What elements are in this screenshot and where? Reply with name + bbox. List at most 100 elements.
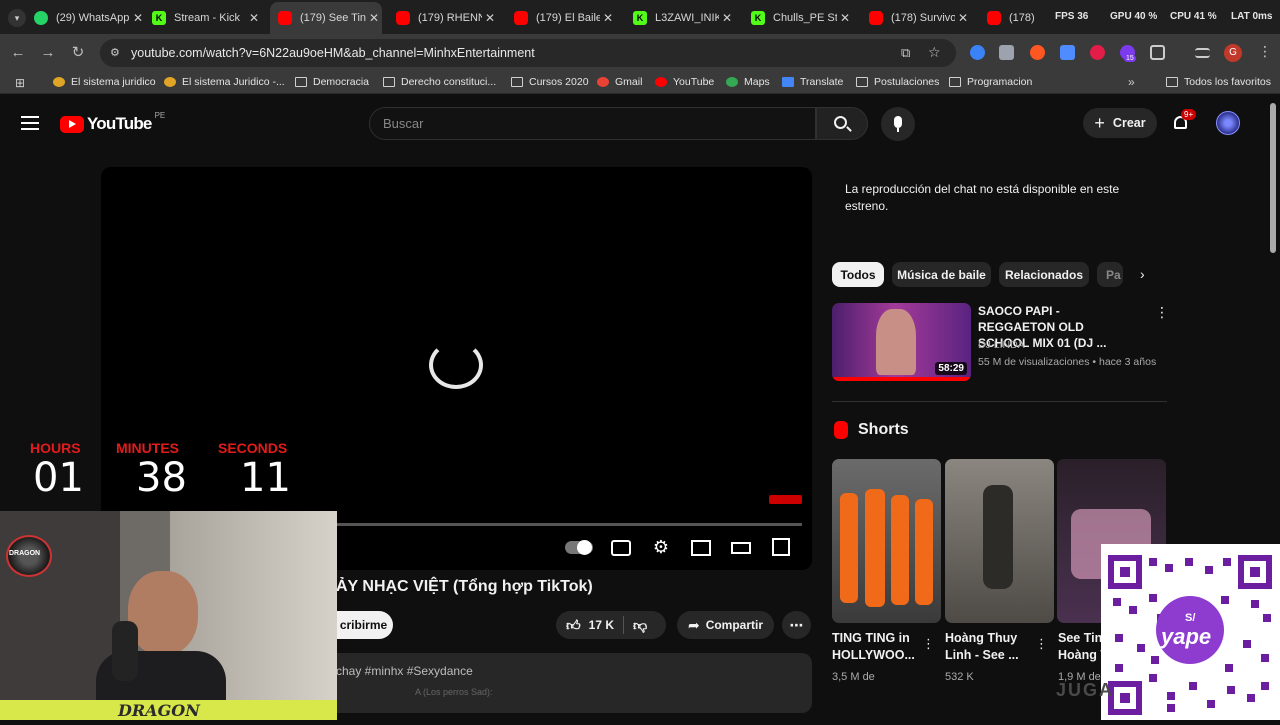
- close-tab-icon[interactable]: ✕: [130, 11, 146, 25]
- extension-icon[interactable]: [970, 45, 985, 60]
- chip-musica-de-baile[interactable]: Música de baile: [892, 262, 991, 287]
- youtube-icon: [987, 11, 1001, 25]
- tab-search-button[interactable]: ▾: [8, 9, 26, 27]
- folder-icon: [949, 77, 961, 87]
- close-tab-icon[interactable]: ✕: [246, 11, 262, 25]
- chip-relacionados[interactable]: Relacionados: [999, 262, 1089, 287]
- bookmark-folder[interactable]: Postulaciones: [856, 76, 939, 88]
- timer-hours-label: HOURS: [30, 440, 81, 456]
- browser-tab[interactable]: (179) RHENN ✕: [396, 4, 498, 32]
- youtube-icon: [655, 77, 667, 87]
- fullscreen-icon[interactable]: [772, 538, 790, 556]
- account-avatar[interactable]: [1216, 111, 1240, 135]
- miniplayer-icon[interactable]: [691, 540, 711, 556]
- share-button[interactable]: ➦ Compartir: [677, 611, 774, 639]
- youtube-play-icon: [60, 115, 84, 133]
- bookmark-item[interactable]: Gmail: [597, 76, 642, 88]
- loading-spinner: [429, 341, 483, 389]
- bookmark-item[interactable]: El sistema juridico: [53, 76, 156, 88]
- youtube-logo[interactable]: YouTube PE: [60, 111, 165, 134]
- chip-partial[interactable]: Pa: [1097, 262, 1123, 287]
- more-actions-button[interactable]: ⋯: [782, 611, 811, 639]
- video-player[interactable]: [101, 167, 812, 570]
- all-bookmarks-folder[interactable]: Todos los favoritos: [1166, 76, 1271, 88]
- more-bookmarks-icon[interactable]: »: [1128, 75, 1135, 89]
- short-thumbnail[interactable]: [945, 459, 1054, 623]
- short-title[interactable]: TING TING in HOLLYWOO...: [832, 630, 927, 664]
- puzzle-extensions-icon[interactable]: [1150, 45, 1165, 60]
- bookmark-item[interactable]: YouTube: [655, 76, 714, 88]
- extension-icon[interactable]: [1060, 45, 1075, 60]
- browser-tab[interactable]: K Stream - Kick ✕: [152, 4, 262, 32]
- chips-next-icon[interactable]: ›: [1140, 266, 1145, 282]
- install-app-icon[interactable]: ⧉: [901, 45, 910, 61]
- browser-tab-active[interactable]: (179) See Tinh ✕: [270, 2, 382, 34]
- close-tab-icon[interactable]: ✕: [600, 11, 616, 25]
- bookmark-item[interactable]: Translate: [782, 76, 843, 88]
- create-button[interactable]: + Crear: [1083, 108, 1157, 138]
- bookmark-folder[interactable]: Programacion: [949, 76, 1032, 88]
- browser-tab[interactable]: (179) El Baile ✕: [514, 4, 616, 32]
- voice-search-button[interactable]: [881, 107, 915, 141]
- forward-arrow-icon[interactable]: →: [38, 43, 58, 63]
- reload-icon[interactable]: ↻: [68, 43, 88, 63]
- profile-avatar[interactable]: G: [1224, 44, 1242, 62]
- notifications-button[interactable]: 9+: [1172, 109, 1197, 132]
- browser-tab-bar: ▾ (29) WhatsApp ✕ K Stream - Kick ✕ (179…: [0, 0, 1280, 34]
- back-arrow-icon[interactable]: ←: [8, 43, 28, 63]
- close-tab-icon[interactable]: ✕: [837, 11, 853, 25]
- like-button[interactable]: 👍︎ 17 K: [556, 617, 614, 634]
- bookmark-item[interactable]: Maps: [726, 76, 770, 88]
- bookmark-star-icon[interactable]: ☆: [928, 44, 941, 61]
- progress-bar[interactable]: [337, 523, 802, 526]
- search-button[interactable]: [816, 107, 868, 140]
- chip-todos[interactable]: Todos: [832, 262, 884, 287]
- close-tab-icon[interactable]: ✕: [719, 11, 735, 25]
- extension-icon[interactable]: [1030, 45, 1045, 60]
- extension-icon[interactable]: [1090, 45, 1105, 60]
- site-icon: [53, 77, 65, 87]
- address-bar[interactable]: ⚙ youtube.com/watch?v=6N22au9oeHM&ab_cha…: [100, 39, 956, 67]
- extension-icon[interactable]: [999, 45, 1014, 60]
- microphone-icon: [894, 116, 902, 128]
- browser-tab[interactable]: K Chulls_PE Stre ✕: [751, 4, 853, 32]
- theater-mode-icon[interactable]: [731, 542, 751, 554]
- autoplay-toggle[interactable]: [565, 540, 593, 555]
- description-box[interactable]: chay #minhx #Sexydance A (Los perros Sad…: [320, 653, 812, 713]
- close-tab-icon[interactable]: ✕: [955, 11, 971, 25]
- short-thumbnail[interactable]: [832, 459, 941, 623]
- kebab-menu-icon[interactable]: ⋮: [1035, 636, 1048, 652]
- kebab-menu-icon[interactable]: ⋮: [1155, 304, 1169, 321]
- recommended-video[interactable]: 58:29 SAOCO PAPI - REGGAETON OLD SCHOOL …: [832, 303, 1169, 383]
- bookmark-folder[interactable]: Democracia: [295, 76, 369, 88]
- browser-tab[interactable]: (178) Survivo ✕: [869, 4, 971, 32]
- thumbs-down-icon[interactable]: 👎︎: [633, 617, 647, 634]
- bookmark-item[interactable]: El sistema Juridico -...: [164, 76, 285, 88]
- shorts-header: Shorts: [834, 421, 909, 439]
- site-info-icon[interactable]: ⚙: [110, 46, 120, 59]
- settings-gear-icon[interactable]: ⚙: [651, 538, 671, 556]
- kick-icon: K: [152, 11, 166, 25]
- yape-currency: S/: [1185, 612, 1196, 624]
- bookmark-folder[interactable]: Cursos 2020: [511, 76, 589, 88]
- apps-grid-icon[interactable]: ⊞: [15, 76, 25, 90]
- cpu-readout: CPU 41 %: [1170, 11, 1217, 22]
- yape-logo: yape: [1161, 624, 1212, 649]
- browser-tab[interactable]: (178): [987, 4, 1049, 32]
- webcam-overlay: DRAGON DRAGON: [0, 511, 337, 720]
- subtitles-icon[interactable]: [611, 540, 631, 556]
- page-scrollbar[interactable]: [1270, 103, 1276, 253]
- gmail-icon: [597, 77, 609, 87]
- search-input[interactable]: Buscar: [369, 107, 816, 140]
- kebab-menu-icon[interactable]: ⋮: [922, 636, 935, 652]
- bookmark-folder[interactable]: Derecho constituci...: [383, 76, 496, 88]
- hamburger-menu-icon[interactable]: [21, 116, 39, 130]
- media-control-icon[interactable]: [1195, 48, 1210, 58]
- browser-menu-icon[interactable]: ⋮: [1258, 43, 1272, 60]
- browser-tab[interactable]: K L3ZAWI_INIK ✕: [633, 4, 735, 32]
- close-tab-icon[interactable]: ✕: [366, 11, 382, 25]
- browser-tab[interactable]: (29) WhatsApp ✕: [34, 4, 146, 32]
- description-hashtags: chay #minhx #Sexydance: [336, 664, 473, 678]
- short-title[interactable]: Hoàng Thuy Linh - See ...: [945, 630, 1040, 664]
- close-tab-icon[interactable]: ✕: [482, 11, 498, 25]
